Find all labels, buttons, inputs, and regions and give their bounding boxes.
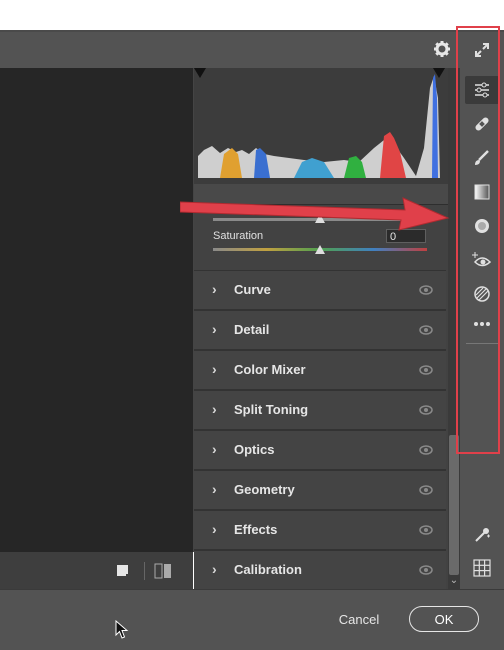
- chevron-right-icon: ›: [212, 361, 217, 377]
- section-label: Color Mixer: [234, 362, 306, 377]
- section-label: Calibration: [234, 562, 302, 577]
- section-label: Geometry: [234, 482, 295, 497]
- chevron-right-icon: ›: [212, 521, 217, 537]
- chevron-right-icon: ›: [212, 441, 217, 457]
- mouse-cursor: [115, 619, 129, 640]
- saturation-slider-thumb[interactable]: [315, 245, 325, 254]
- scroll-down-arrow[interactable]: ⌄: [448, 575, 460, 589]
- annotation-arrow: [179, 190, 452, 234]
- section-curve[interactable]: › Curve: [194, 270, 446, 310]
- highlight-box: [456, 26, 500, 454]
- section-label: Detail: [234, 322, 270, 337]
- color-sampler-icon[interactable]: [470, 523, 494, 547]
- chevron-right-icon: ›: [212, 281, 217, 297]
- eye-icon[interactable]: [419, 562, 433, 580]
- top-white-bar: [0, 0, 504, 30]
- section-label: Effects: [234, 522, 278, 537]
- view-mode-icon[interactable]: [116, 564, 130, 578]
- eye-icon[interactable]: [419, 402, 433, 420]
- section-calibration[interactable]: › Calibration: [194, 550, 446, 590]
- section-optics[interactable]: › Optics: [194, 430, 446, 470]
- section-detail[interactable]: › Detail: [194, 310, 446, 350]
- section-label: Curve: [234, 282, 271, 297]
- section-color-mixer[interactable]: › Color Mixer: [194, 350, 446, 390]
- image-canvas[interactable]: [0, 68, 193, 552]
- gear-icon[interactable]: [432, 40, 452, 60]
- grid-overlay-icon[interactable]: [470, 556, 494, 580]
- eye-icon[interactable]: [419, 362, 433, 380]
- canvas-bottom-bar: [0, 552, 193, 589]
- eye-icon[interactable]: [419, 442, 433, 460]
- chevron-right-icon: ›: [212, 561, 217, 577]
- section-geometry[interactable]: › Geometry: [194, 470, 446, 510]
- scrollbar-thumb[interactable]: [449, 435, 459, 575]
- section-split-toning[interactable]: › Split Toning: [194, 390, 446, 430]
- cancel-button[interactable]: Cancel: [333, 610, 385, 630]
- eye-icon[interactable]: [419, 282, 433, 300]
- section-label: Optics: [234, 442, 275, 457]
- eye-icon[interactable]: [419, 522, 433, 540]
- histogram: [194, 68, 448, 184]
- chevron-right-icon: ›: [212, 481, 217, 497]
- before-after-icon[interactable]: [154, 563, 172, 579]
- section-effects[interactable]: › Effects: [194, 510, 446, 550]
- eye-icon[interactable]: [419, 482, 433, 500]
- chevron-right-icon: ›: [212, 321, 217, 337]
- panel-header: [0, 32, 460, 68]
- ok-button[interactable]: OK: [409, 606, 479, 632]
- eye-icon[interactable]: [419, 322, 433, 340]
- section-label: Split Toning: [234, 402, 309, 417]
- bottom-divider: [144, 562, 145, 580]
- chevron-right-icon: ›: [212, 401, 217, 417]
